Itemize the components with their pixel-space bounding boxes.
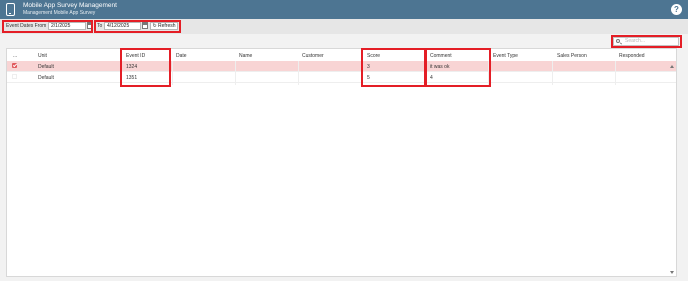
- comment-column-header[interactable]: Comment: [430, 53, 452, 59]
- from-date-input[interactable]: 2/1/2025: [48, 22, 86, 30]
- help-icon[interactable]: ?: [671, 4, 682, 15]
- event-id-cell: 1324: [126, 64, 138, 70]
- column-divider: [615, 61, 616, 85]
- refresh-icon: ↻: [152, 23, 157, 29]
- refresh-button[interactable]: ↻ Refresh: [150, 22, 178, 30]
- unit-cell: Default: [38, 75, 54, 81]
- score-cell: 5: [367, 75, 370, 81]
- score-cell: 3: [367, 64, 370, 70]
- responded-column-header[interactable]: Responded: [619, 53, 645, 59]
- scroll-down-icon[interactable]: [670, 271, 674, 274]
- unit-column-header[interactable]: Unit: [38, 53, 47, 59]
- score-column-header[interactable]: Score: [367, 53, 380, 59]
- event-dates-from-label: Event Dates From: [6, 23, 47, 29]
- checkbox-icon[interactable]: [12, 74, 17, 79]
- mobile-phone-icon: [6, 3, 15, 16]
- search-input[interactable]: Search...: [613, 37, 679, 46]
- calendar-icon[interactable]: [142, 22, 148, 29]
- column-divider: [425, 61, 426, 85]
- column-divider: [172, 61, 173, 85]
- app-title: Mobile App Survey Management: [23, 2, 117, 9]
- column-divider: [235, 61, 236, 85]
- checkbox-icon[interactable]: [12, 63, 17, 68]
- survey-table: ... Unit Event ID Date Name Customer Sco…: [6, 48, 677, 277]
- sales-person-column-header[interactable]: Sales Person: [557, 53, 587, 59]
- table-row[interactable]: Default 1351 5 4: [7, 72, 676, 83]
- comment-cell: 4: [430, 75, 433, 81]
- refresh-label: Refresh: [158, 23, 176, 29]
- to-label: To: [97, 23, 103, 29]
- event-type-column-header[interactable]: Event Type: [493, 53, 518, 59]
- scroll-up-icon[interactable]: [670, 65, 674, 68]
- column-divider: [488, 61, 489, 85]
- column-divider: [362, 61, 363, 85]
- app-subtitle: Management Mobile App Survey: [23, 10, 96, 16]
- to-date-input[interactable]: 4/12/2025: [104, 22, 141, 30]
- event-id-column-header[interactable]: Event ID: [126, 53, 145, 59]
- app-header: Mobile App Survey Management Management …: [0, 0, 688, 19]
- column-divider: [552, 61, 553, 85]
- column-divider: [121, 61, 122, 85]
- name-column-header[interactable]: Name: [239, 53, 252, 59]
- calendar-icon[interactable]: [87, 22, 93, 29]
- table-row[interactable]: Default 1324 3 it was ok: [7, 61, 676, 72]
- event-id-cell: 1351: [126, 75, 138, 81]
- select-column-header: ...: [13, 53, 18, 59]
- column-divider: [298, 61, 299, 85]
- unit-cell: Default: [38, 64, 54, 70]
- date-column-header[interactable]: Date: [176, 53, 187, 59]
- filter-toolbar: Event Dates From 2/1/2025 To 4/12/2025 ↻…: [0, 19, 688, 34]
- customer-column-header[interactable]: Customer: [302, 53, 324, 59]
- comment-cell: it was ok: [430, 64, 450, 70]
- search-icon: [616, 39, 620, 43]
